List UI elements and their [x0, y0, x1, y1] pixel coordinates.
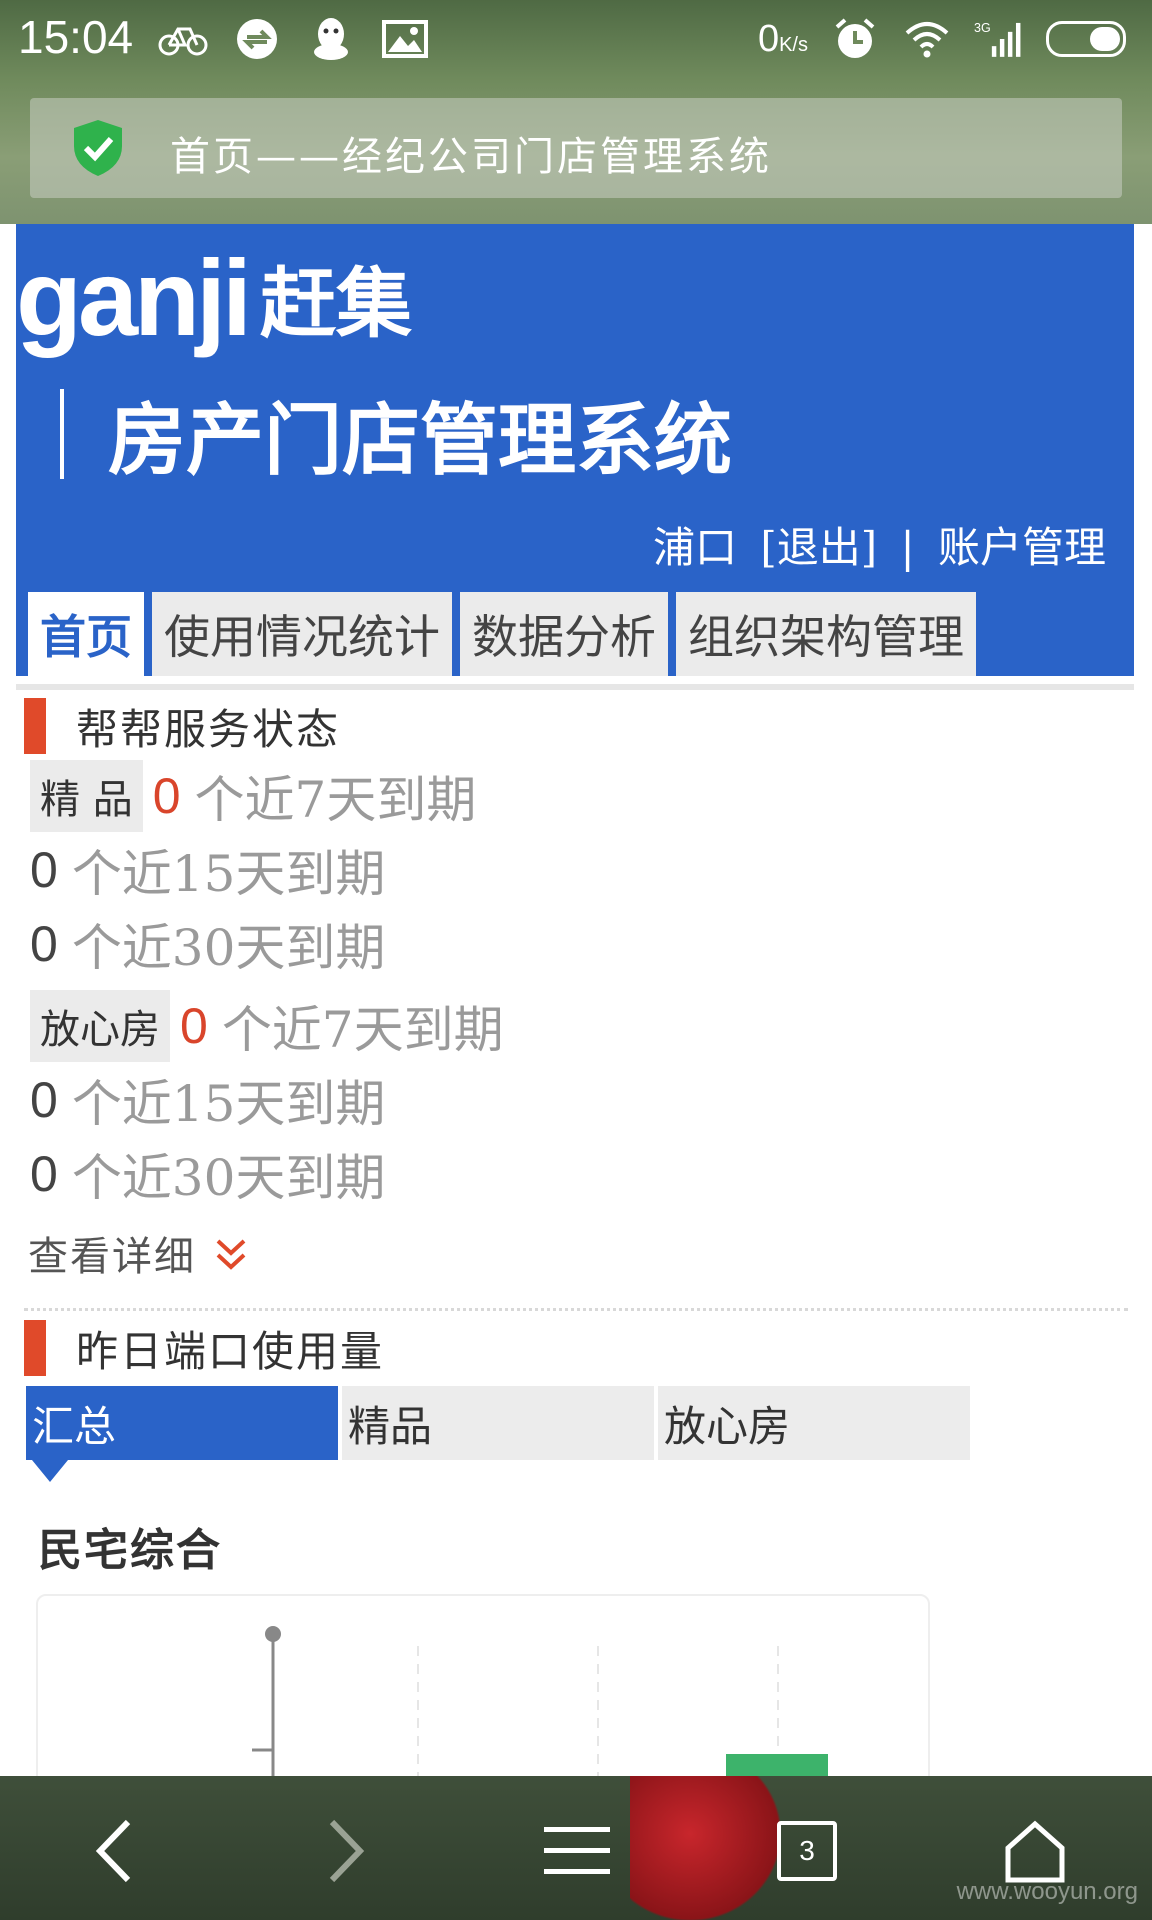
tab-home[interactable]: 首页 [22, 592, 144, 676]
chevron-right-icon [329, 1819, 365, 1883]
back-button[interactable] [70, 1806, 160, 1896]
net-speed-value: 0 [757, 17, 780, 60]
tab-data-analysis[interactable]: 数据分析 [460, 592, 668, 676]
user-bar-separator: | [900, 523, 915, 572]
logo-cn-text: 赶集 [260, 259, 413, 348]
usage-title: 昨日端口使用量 [24, 1320, 384, 1376]
image-icon [380, 17, 430, 61]
svg-text:3G: 3G [974, 21, 991, 35]
account-link[interactable]: 账户管理 [938, 523, 1106, 572]
expiry-count: 0 [30, 916, 58, 972]
page-title: 首页——经纪公司门店管理系统 [170, 134, 772, 180]
chart-bar [726, 1754, 828, 1776]
premium-tag: 精 品 [30, 760, 143, 832]
tabs-button[interactable]: 3 [762, 1806, 852, 1896]
watermark: www.wooyun.org [956, 1878, 1138, 1905]
expiry-text: 个近15天到期 [71, 845, 386, 903]
ganji-logo[interactable]: ganji 赶集 [16, 232, 412, 362]
hamburger-menu-icon [544, 1827, 610, 1874]
web-page: ganji 赶集 房产门店管理系统 浦口 [退出] | 账户管理 首页 使用情况… [16, 224, 1134, 1776]
double-chevron-down-icon [214, 1233, 248, 1273]
menu-button[interactable] [532, 1806, 622, 1896]
view-details-text: 查看详细 [28, 1234, 196, 1280]
expiry-text: 个近7天到期 [221, 1001, 504, 1059]
usage-tabs: 汇总 精品 放心房 [26, 1386, 970, 1482]
expiry-text: 个近7天到期 [194, 771, 477, 829]
expiry-count: 0 [30, 842, 58, 898]
expiry-text: 个近15天到期 [71, 1075, 386, 1133]
expiry-count: 0 [30, 1072, 58, 1128]
alarm-icon [830, 17, 880, 61]
bicycle-icon [158, 17, 208, 61]
expiry-text: 个近30天到期 [71, 919, 386, 977]
forward-button[interactable] [300, 1806, 390, 1896]
header-divider [16, 684, 1134, 690]
section-marker [24, 1320, 46, 1376]
secure-shield-icon [70, 118, 126, 178]
qq-icon [306, 17, 356, 61]
status-row: 0 个近30天到期 [30, 1138, 385, 1210]
chart-title: 民宅综合 [38, 1525, 222, 1576]
service-status-title: 帮帮服务状态 [24, 698, 340, 754]
expiry-count: 0 [180, 998, 208, 1054]
status-row: 精 品 0 个近7天到期 [30, 760, 476, 832]
site-header: ganji 赶集 房产门店管理系统 浦口 [退出] | 账户管理 首页 使用情况… [16, 224, 1134, 676]
chart-canvas [252, 1626, 828, 1776]
system-name-text: 房产门店管理系统 [108, 396, 733, 486]
net-speed-unit: K/s [779, 33, 808, 56]
expiry-count: 0 [152, 768, 181, 824]
status-time: 15:04 [18, 11, 134, 63]
usage-title-text: 昨日端口使用量 [76, 1326, 385, 1376]
title-divider [60, 389, 64, 479]
home-icon [1005, 1820, 1065, 1883]
tab-trusted-house[interactable]: 放心房 [658, 1386, 970, 1460]
status-bar: 15:04 0K/s 3G [0, 0, 1152, 80]
browser-bottom-bar: 3 www.wooyun.org [0, 1776, 1152, 1920]
browser-chrome: 15:04 0K/s 3G 首页——经纪公司门店管理系统 [0, 0, 1152, 224]
sync-icon [232, 17, 282, 61]
main-nav: 首页 使用情况统计 数据分析 组织架构管理 [22, 592, 976, 676]
trusted-house-tag: 放心房 [30, 990, 170, 1062]
usage-chart [36, 1594, 930, 1776]
section-divider [24, 1308, 1128, 1311]
wallpaper-decoration [630, 1776, 780, 1920]
username: 浦口 [652, 523, 737, 572]
status-row: 放心房 0 个近7天到期 [30, 990, 504, 1062]
chevron-left-icon [95, 1819, 131, 1883]
view-details-link[interactable]: 查看详细 [28, 1224, 248, 1282]
service-status-title-text: 帮帮服务状态 [76, 704, 341, 754]
net-speed: 0K/s [758, 18, 808, 61]
status-row: 0 个近30天到期 [30, 908, 385, 980]
tab-usage-stats[interactable]: 使用情况统计 [152, 592, 452, 676]
battery-icon [1046, 21, 1126, 57]
address-bar[interactable]: 首页——经纪公司门店管理系统 [30, 98, 1122, 198]
expiry-text: 个近30天到期 [71, 1149, 386, 1207]
system-icons: 0K/s 3G [758, 14, 1126, 64]
section-marker [24, 698, 46, 754]
wifi-icon [902, 17, 952, 61]
tab-org-management[interactable]: 组织架构管理 [676, 592, 976, 676]
tab-premium[interactable]: 精品 [342, 1386, 654, 1460]
notification-icons [158, 14, 430, 64]
tab-summary[interactable]: 汇总 [26, 1386, 338, 1482]
signal-3g-icon: 3G [974, 17, 1024, 61]
logout-link[interactable]: [退出] [760, 523, 877, 572]
status-row: 0 个近15天到期 [30, 834, 385, 906]
status-row: 0 个近15天到期 [30, 1064, 385, 1136]
expiry-count: 0 [30, 1146, 58, 1202]
tab-count-badge: 3 [777, 1821, 837, 1881]
user-bar: 浦口 [退出] | 账户管理 [643, 514, 1106, 575]
logo-latin-text: ganji [16, 236, 252, 358]
system-name: 房产门店管理系统 [60, 384, 732, 486]
